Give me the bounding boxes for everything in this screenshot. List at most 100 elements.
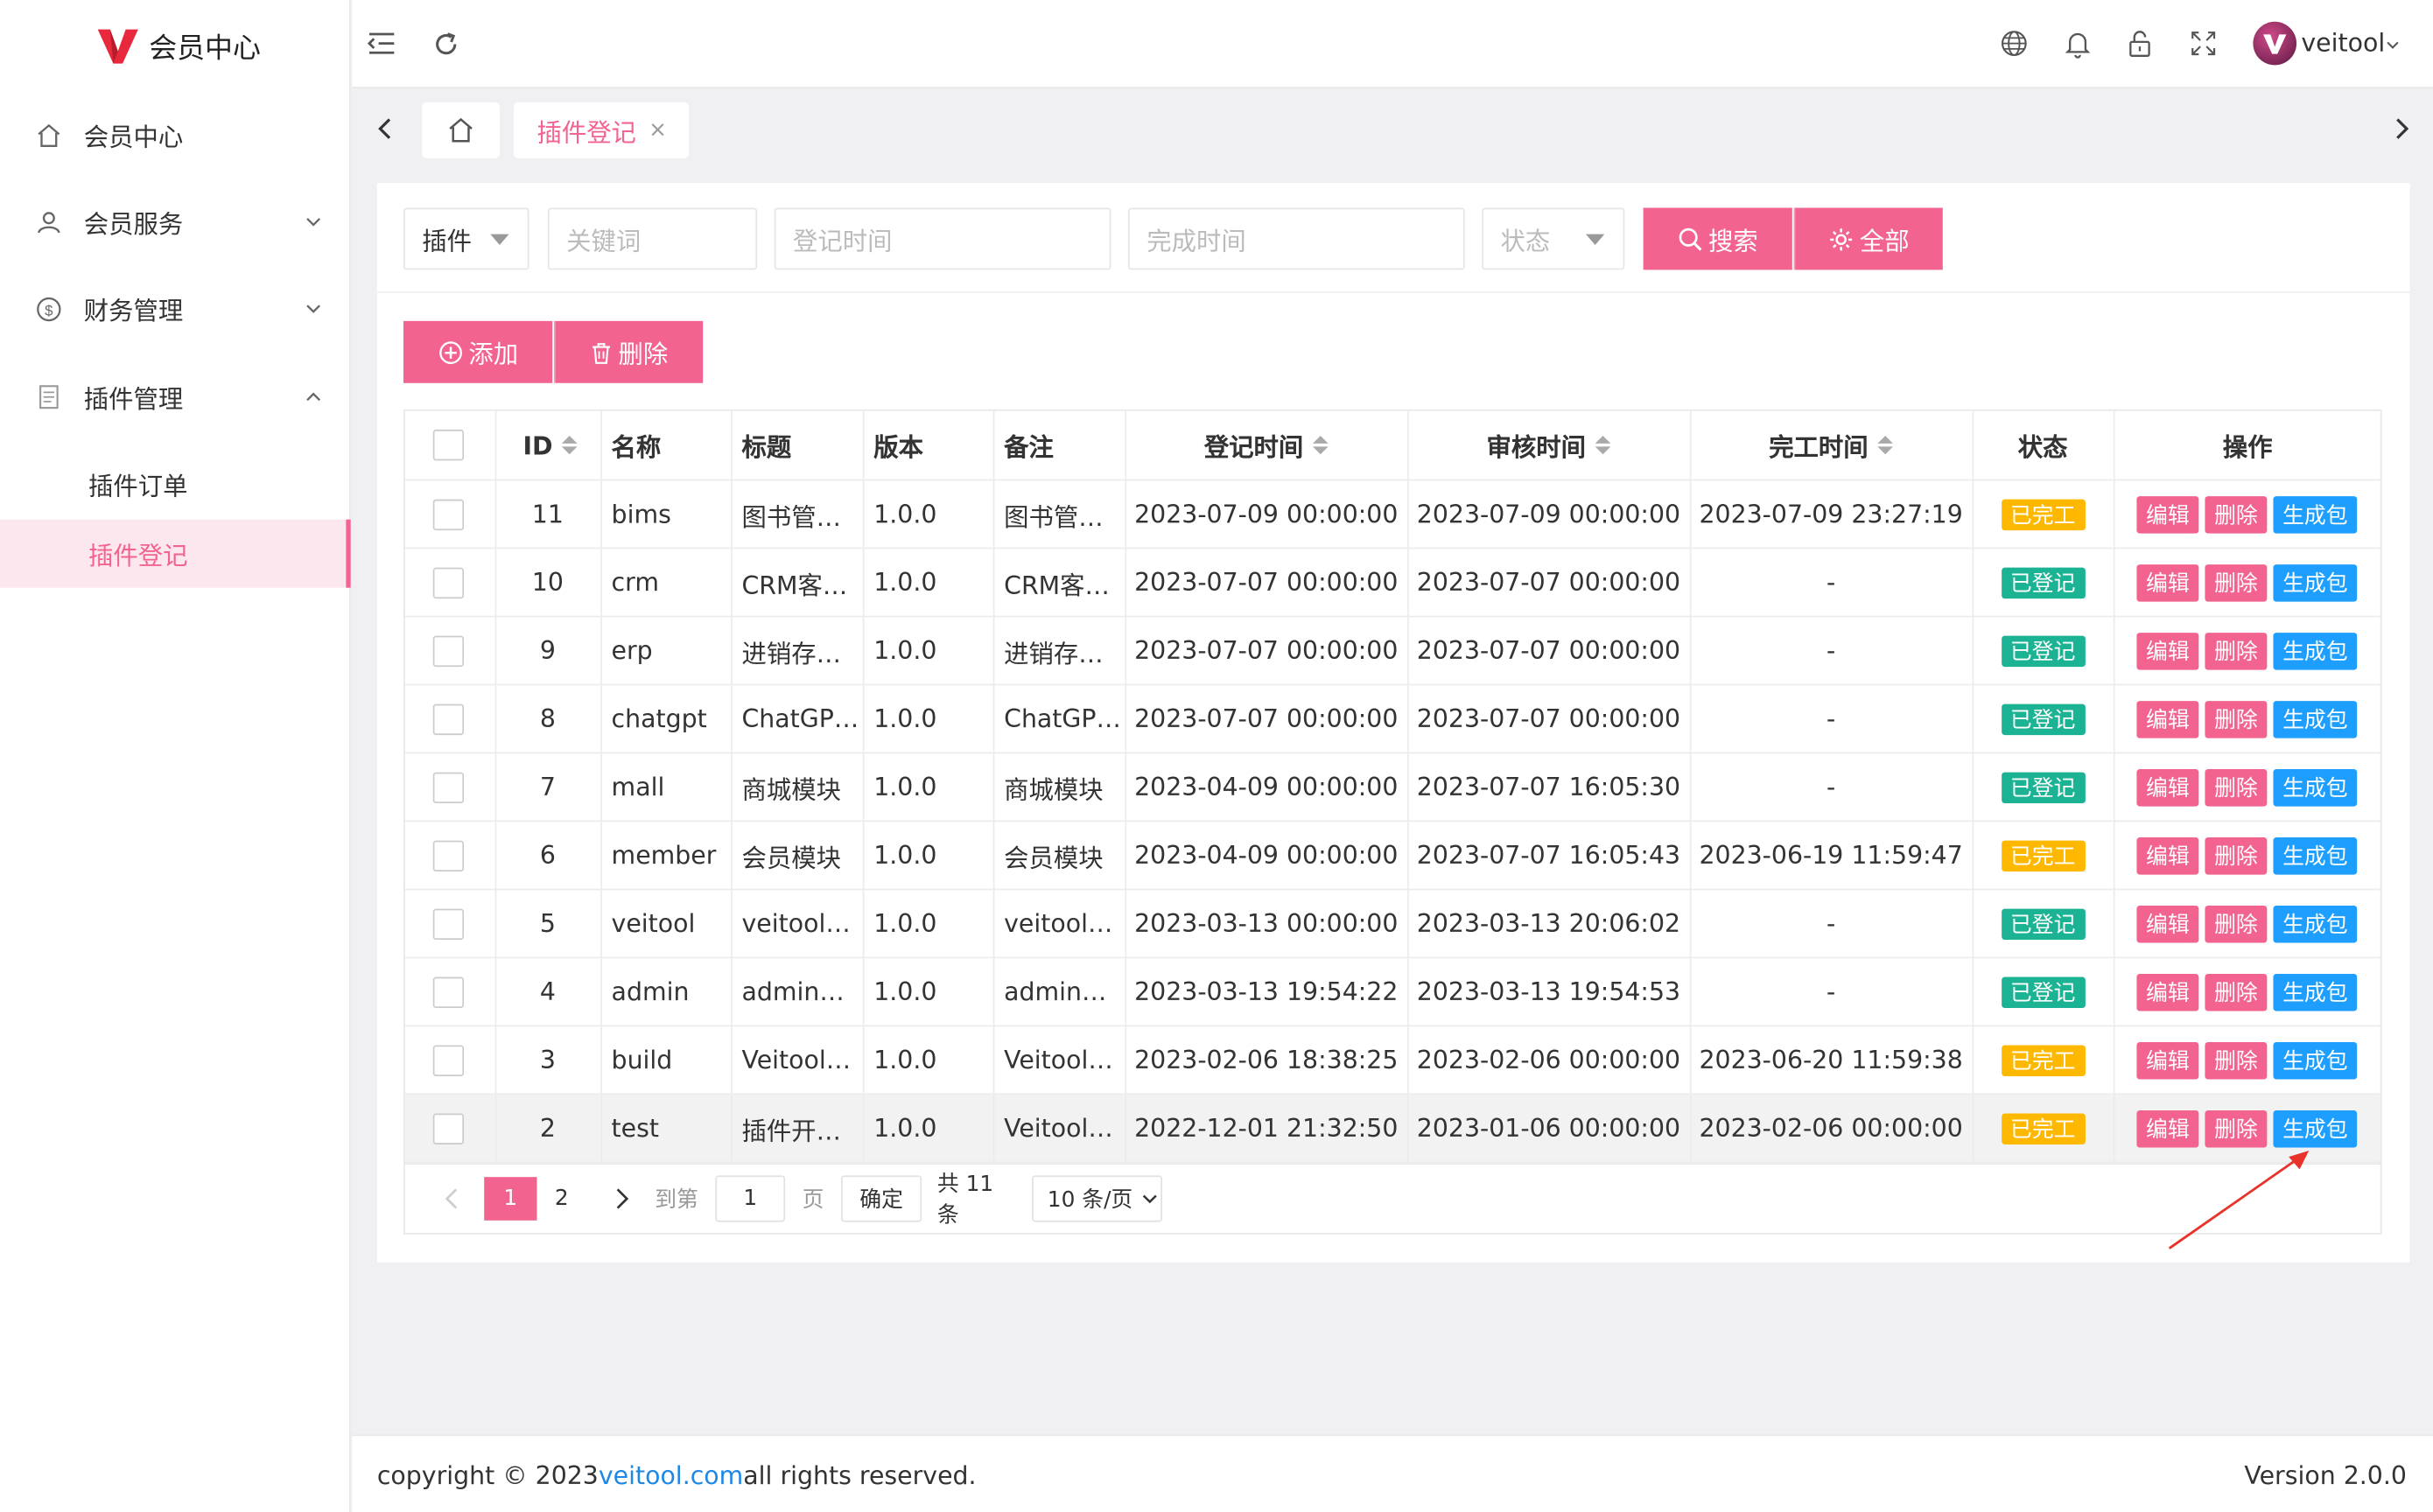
table-row[interactable]: 9 erp 进销存… 1.0.0 进销存… 2023-07-07 00:00:00 2023… <box>404 617 2380 686</box>
sidebar-item-member-center[interactable]: 会员中心 <box>0 92 351 178</box>
show-all-button[interactable]: 全部 <box>1793 207 1943 270</box>
sidebar-item-member-service[interactable]: 会员服务 <box>0 178 351 265</box>
delete-button[interactable]: 删除 <box>2205 564 2268 602</box>
table-row[interactable]: 4 admin admin… 1.0.0 admin… 2023-03-13 19:54:… <box>404 958 2380 1027</box>
refresh-icon[interactable] <box>430 28 460 59</box>
cell-register-time: 2023-07-07 00:00:00 <box>1134 567 1399 598</box>
table-row[interactable]: 2 test 插件开… 1.0.0 Veitool… 2022-12-01 21:32:5… <box>404 1095 2380 1164</box>
sort-icon[interactable] <box>562 436 578 455</box>
sidebar-subitem-plugin-orders[interactable]: 插件订单 <box>0 450 351 518</box>
row-checkbox[interactable] <box>432 839 465 872</box>
prev-page-icon[interactable] <box>436 1177 466 1221</box>
edit-button[interactable]: 编辑 <box>2136 769 2199 807</box>
delete-button[interactable]: 删除 <box>2205 701 2268 738</box>
sidebar-item-finance[interactable]: $ 财务管理 <box>0 265 351 352</box>
header-label: 版本 <box>873 432 923 463</box>
edit-button[interactable]: 编辑 <box>2136 701 2199 738</box>
row-checkbox[interactable] <box>432 566 465 598</box>
next-page-icon[interactable] <box>606 1177 637 1221</box>
page-2-button[interactable]: 2 <box>542 1177 582 1221</box>
fullscreen-icon[interactable] <box>2188 28 2219 59</box>
close-icon[interactable]: × <box>649 118 667 143</box>
build-package-button[interactable]: 生成包 <box>2273 974 2358 1012</box>
cell-title: Veitool… <box>741 1045 852 1075</box>
collapse-menu-icon[interactable] <box>366 28 396 59</box>
delete-button[interactable]: 删除 <box>2205 906 2268 943</box>
build-package-button[interactable]: 生成包 <box>2273 1041 2358 1080</box>
row-checkbox[interactable] <box>432 1044 465 1076</box>
globe-icon[interactable] <box>1999 28 2030 59</box>
table-row[interactable]: 6 member 会员模块 1.0.0 会员模块 2023-04-09 00:00:00 2… <box>404 822 2380 891</box>
lock-icon[interactable] <box>2124 28 2155 59</box>
avatar[interactable] <box>2253 21 2297 66</box>
search-button[interactable]: 搜索 <box>1643 207 1792 270</box>
tab-home[interactable] <box>422 102 500 158</box>
row-checkbox[interactable] <box>432 1112 465 1144</box>
register-time-input[interactable]: 登记时间 <box>774 207 1111 270</box>
veitool-link[interactable]: veitool.com <box>599 1461 743 1491</box>
edit-button[interactable]: 编辑 <box>2136 496 2199 534</box>
row-checkbox[interactable] <box>432 976 465 1008</box>
edit-button[interactable]: 编辑 <box>2136 906 2199 943</box>
sort-icon[interactable] <box>1595 436 1611 455</box>
sort-icon[interactable] <box>1877 436 1894 455</box>
page-1-button[interactable]: 1 <box>484 1177 537 1221</box>
row-checkbox[interactable] <box>432 703 465 735</box>
sidebar: 会员中心 会员中心 会员服务 $ 财务管理 插件管理 插件订单 插件登记 <box>0 0 351 1512</box>
header-id[interactable]: ID <box>523 411 578 480</box>
add-button[interactable]: 添加 <box>403 320 553 383</box>
edit-button[interactable]: 编辑 <box>2136 633 2199 670</box>
sort-icon[interactable] <box>1312 436 1329 455</box>
page-number-input[interactable]: 1 <box>715 1175 786 1222</box>
keyword-input[interactable]: 关键词 <box>547 207 758 270</box>
table-row[interactable]: 7 mall 商城模块 1.0.0 商城模块 2023-04-09 00:00:00 202… <box>404 753 2380 822</box>
cell-note: ChatGP… <box>1004 704 1121 734</box>
delete-button[interactable]: 删除 <box>2205 633 2268 670</box>
delete-button[interactable]: 删除 <box>2205 769 2268 807</box>
select-all-checkbox[interactable] <box>432 429 465 461</box>
table-row[interactable]: 5 veitool veitool… 1.0.0 veitool… 2023-03-13 … <box>404 890 2380 959</box>
sidebar-item-plugin-manage[interactable]: 插件管理 <box>0 354 351 440</box>
edit-button[interactable]: 编辑 <box>2136 564 2199 602</box>
row-checkbox[interactable] <box>432 498 465 530</box>
type-select[interactable]: 插件 <box>403 207 529 270</box>
row-checkbox[interactable] <box>432 907 465 940</box>
table-row[interactable]: 11 bims 图书管… 1.0.0 图书管… 2023-07-09 00:00:00 20… <box>404 480 2380 550</box>
delete-button[interactable]: 删除 <box>2205 974 2268 1012</box>
finish-time-input[interactable]: 完成时间 <box>1127 207 1465 270</box>
table-row[interactable]: 10 crm CRM客… 1.0.0 CRM客… 2023-07-07 00:00:00 2… <box>404 549 2380 618</box>
build-package-button[interactable]: 生成包 <box>2273 633 2358 670</box>
build-package-button[interactable]: 生成包 <box>2273 496 2358 534</box>
build-package-button[interactable]: 生成包 <box>2273 769 2358 807</box>
chevron-right-icon[interactable] <box>2387 115 2415 143</box>
status-select[interactable]: 状态 <box>1482 207 1625 270</box>
chevron-down-icon[interactable] <box>2385 38 2401 53</box>
batch-delete-button[interactable]: 删除 <box>553 320 704 383</box>
sidebar-subitem-plugin-register[interactable]: 插件登记 <box>0 519 351 588</box>
header-register-time[interactable]: 登记时间 <box>1125 411 1407 480</box>
build-package-button[interactable]: 生成包 <box>2273 837 2358 875</box>
bell-icon[interactable] <box>2062 28 2093 59</box>
show-all-button-label: 全部 <box>1859 226 1910 256</box>
edit-button[interactable]: 编辑 <box>2136 837 2199 875</box>
build-package-button[interactable]: 生成包 <box>2273 701 2358 738</box>
table-row[interactable]: 3 build Veitool… 1.0.0 Veitool… 2023-02-06 18… <box>404 1026 2380 1096</box>
row-checkbox[interactable] <box>432 634 465 667</box>
app-logo[interactable]: 会员中心 <box>96 24 261 68</box>
build-package-button[interactable]: 生成包 <box>2273 906 2358 943</box>
header-finish-time[interactable]: 完工时间 <box>1690 411 1973 480</box>
edit-button[interactable]: 编辑 <box>2136 974 2199 1012</box>
chevron-left-icon[interactable] <box>373 115 401 143</box>
delete-button[interactable]: 删除 <box>2205 496 2268 534</box>
per-page-select[interactable]: 10 条/页 <box>1032 1175 1162 1222</box>
delete-button[interactable]: 删除 <box>2205 1041 2268 1080</box>
tab-plugin-register[interactable]: 插件登记 × <box>513 102 690 158</box>
confirm-page-button[interactable]: 确定 <box>840 1175 922 1222</box>
table-row[interactable]: 8 chatgpt ChatGP… 1.0.0 ChatGP… 2023-07-07 00… <box>404 685 2380 754</box>
delete-button[interactable]: 删除 <box>2205 837 2268 875</box>
username[interactable]: veitool <box>2301 28 2385 58</box>
build-package-button[interactable]: 生成包 <box>2273 564 2358 602</box>
header-audit-time[interactable]: 审核时间 <box>1407 411 1690 480</box>
row-checkbox[interactable] <box>432 771 465 803</box>
edit-button[interactable]: 编辑 <box>2136 1041 2199 1080</box>
